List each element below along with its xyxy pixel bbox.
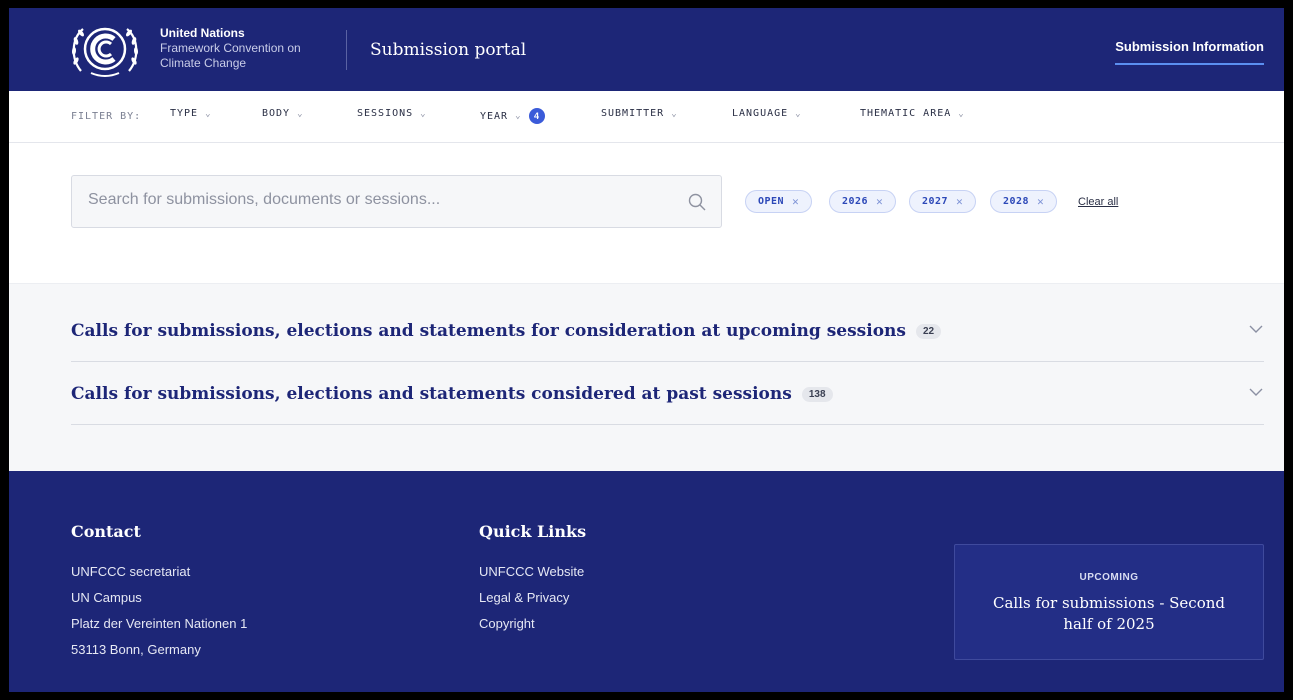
filter-body-label: BODY [262,108,291,119]
filter-chip-2027[interactable]: 2027 ✕ [909,190,977,213]
accordion-title-text: Calls for submissions, elections and sta… [71,384,792,404]
chevron-down-icon: ⌄ [420,108,427,119]
accordion-title: Calls for submissions, elections and sta… [71,321,942,341]
accordion-title-text: Calls for submissions, elections and sta… [71,321,906,341]
filter-chip-open[interactable]: OPEN ✕ [745,190,813,213]
org-name: United Nations Framework Convention on C… [160,26,301,71]
filter-year-count-badge: 4 [528,108,545,124]
contact-line: 53113 Bonn, Germany [71,642,201,657]
filter-type[interactable]: TYPE ⌄ [170,108,212,119]
upcoming-card[interactable]: UPCOMING Calls for submissions - Second … [954,544,1264,660]
footer-link-unfccc-website[interactable]: UNFCCC Website [479,564,584,579]
portal-title[interactable]: Submission portal [370,40,526,60]
chevron-down-icon: ⌄ [205,108,212,119]
un-emblem-icon[interactable] [67,21,143,79]
chevron-down-icon: ⌄ [795,108,802,119]
accordion-title: Calls for submissions, elections and sta… [71,384,833,404]
filter-sessions-label: SESSIONS [357,108,414,119]
header-divider [346,30,347,70]
close-icon[interactable]: ✕ [792,195,799,208]
filter-type-label: TYPE [170,108,199,119]
filter-thematic-area[interactable]: THEMATIC AREA ⌄ [860,108,965,119]
contact-line: UNFCCC secretariat [71,564,191,579]
chevron-down-icon: ⌄ [515,111,522,121]
filter-language-label: LANGUAGE [732,108,789,119]
site-header: United Nations Framework Convention on C… [9,8,1284,91]
chip-label: OPEN [758,196,785,207]
search-icon[interactable] [687,192,707,212]
footer-contact-heading: Contact [71,522,141,541]
chip-label: 2027 [922,196,949,207]
search-box [71,175,722,228]
filter-submitter[interactable]: SUBMITTER ⌄ [601,108,678,119]
clear-all-link[interactable]: Clear all [1078,196,1118,208]
filter-year-label: YEAR [480,110,509,122]
chevron-down-icon: ⌄ [958,108,965,119]
filter-chip-2026[interactable]: 2026 ✕ [829,190,897,213]
close-icon[interactable]: ✕ [956,195,963,208]
accordion-past-sessions[interactable]: Calls for submissions, elections and sta… [71,362,1264,425]
search-input[interactable] [88,191,668,209]
filter-by-label: FILTER BY: [71,111,142,122]
count-badge: 22 [915,324,942,339]
chevron-down-icon[interactable] [1248,321,1264,337]
page: United Nations Framework Convention on C… [9,8,1284,692]
chevron-down-icon: ⌄ [297,108,304,119]
chip-label: 2028 [1003,196,1030,207]
filter-language[interactable]: LANGUAGE ⌄ [732,108,802,119]
org-line-1: United Nations [160,26,245,40]
contact-line: Platz der Vereinten Nationen 1 [71,616,248,631]
contact-line: UN Campus [71,590,142,605]
filter-submitter-label: SUBMITTER [601,108,665,119]
upcoming-label: UPCOMING [1079,572,1139,583]
org-line-2: Framework Convention on [160,41,301,55]
footer-quick-links-heading: Quick Links [479,522,587,541]
filter-chip-2028[interactable]: 2028 ✕ [990,190,1058,213]
filter-body[interactable]: BODY ⌄ [262,108,304,119]
upcoming-title: Calls for submissions - Second half of 2… [992,594,1226,633]
nav-submission-information[interactable]: Submission Information [1115,39,1264,65]
submission-sections: Calls for submissions, elections and sta… [9,283,1284,471]
org-line-3: Climate Change [160,56,247,70]
close-icon[interactable]: ✕ [1037,195,1044,208]
count-badge: 138 [801,387,833,402]
filter-bar: FILTER BY: TYPE ⌄ BODY ⌄ SESSIONS ⌄ YEAR ⌄ 4 … [9,91,1284,143]
filter-sessions[interactable]: SESSIONS ⌄ [357,108,427,119]
chip-label: 2026 [842,196,869,207]
filter-year[interactable]: YEAR ⌄ 4 [480,108,545,124]
footer-link-legal-privacy[interactable]: Legal & Privacy [479,590,569,605]
footer-link-copyright[interactable]: Copyright [479,616,535,631]
filter-thematic-area-label: THEMATIC AREA [860,108,952,119]
site-footer: Contact UNFCCC secretariat UN Campus Pla… [9,471,1284,692]
accordion-upcoming-sessions[interactable]: Calls for submissions, elections and sta… [71,299,1264,362]
close-icon[interactable]: ✕ [876,195,883,208]
chevron-down-icon: ⌄ [671,108,678,119]
chevron-down-icon[interactable] [1248,384,1264,400]
